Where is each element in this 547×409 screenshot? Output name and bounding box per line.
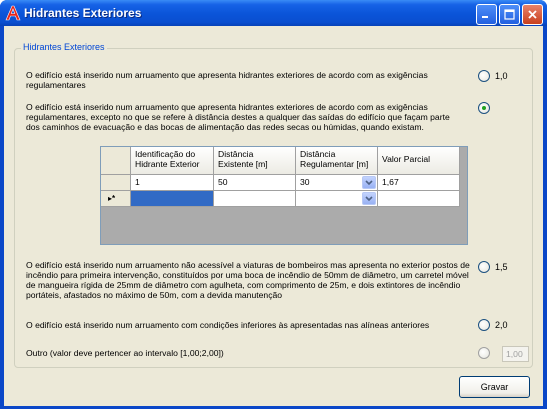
app-icon [5, 5, 21, 21]
dropdown-button[interactable] [362, 176, 376, 189]
row-header[interactable] [101, 175, 131, 191]
custom-value-input[interactable]: 1,00 [502, 346, 529, 362]
table-cell[interactable]: 1,67 [378, 175, 460, 191]
column-header[interactable]: Identificação do Hidrante Exterior [131, 147, 214, 175]
grid-corner [101, 147, 131, 175]
close-button[interactable] [522, 4, 543, 25]
column-header[interactable]: Distância Regulamentar [m] [296, 147, 378, 175]
option-4-value: 2,0 [495, 320, 508, 330]
dialog-client-area: Hidrantes Exteriores O edifício está ins… [4, 26, 543, 406]
close-icon [528, 10, 537, 19]
maximize-icon [504, 9, 515, 20]
option-2-label: O edifício está inserido num arruamento … [26, 102, 450, 132]
group-title: Hidrantes Exteriores [21, 42, 107, 52]
option-2-radio[interactable] [478, 102, 490, 114]
minimize-icon [482, 16, 488, 18]
option-1-label: O edifício está inserido num arruamento … [26, 70, 428, 90]
title-bar[interactable]: Hidrantes Exteriores [0, 0, 547, 26]
table-cell-combo[interactable] [296, 191, 378, 207]
minimize-button[interactable] [476, 4, 497, 25]
option-5-radio[interactable] [478, 347, 490, 359]
new-row-marker[interactable]: ▸* [101, 191, 131, 207]
table-cell[interactable] [214, 191, 296, 207]
table-cell-combo[interactable]: 30 [296, 175, 378, 191]
option-3-label: O edifício está inserido num arruamento … [26, 260, 470, 300]
dropdown-button[interactable] [362, 192, 376, 205]
column-header[interactable]: Valor Parcial [378, 147, 460, 175]
table-cell[interactable]: 1 [131, 175, 214, 191]
option-4-label: O edifício está inserido num arruamento … [26, 320, 430, 330]
chevron-down-icon [365, 195, 373, 201]
column-header[interactable]: Distância Existente [m] [214, 147, 296, 175]
option-3-value: 1,5 [495, 262, 508, 272]
option-5-label: Outro (valor deve pertencer ao intervalo… [26, 348, 224, 358]
selected-cell[interactable] [131, 191, 214, 207]
option-3-radio[interactable] [478, 261, 490, 273]
window-title: Hidrantes Exteriores [24, 6, 142, 20]
table-cell[interactable] [378, 191, 460, 207]
window: Hidrantes Exteriores Hidrantes Exteriore… [0, 0, 547, 409]
option-1-value: 1,0 [495, 71, 508, 81]
save-button[interactable]: Gravar [459, 376, 530, 398]
option-1-radio[interactable] [478, 70, 490, 82]
maximize-button[interactable] [499, 4, 520, 25]
chevron-down-icon [365, 179, 373, 185]
option-4-radio[interactable] [478, 319, 490, 331]
table-cell[interactable]: 50 [214, 175, 296, 191]
hydrants-grid[interactable]: Identificação do Hidrante Exterior Distâ… [100, 146, 468, 245]
table-cell-value: 30 [300, 177, 310, 187]
